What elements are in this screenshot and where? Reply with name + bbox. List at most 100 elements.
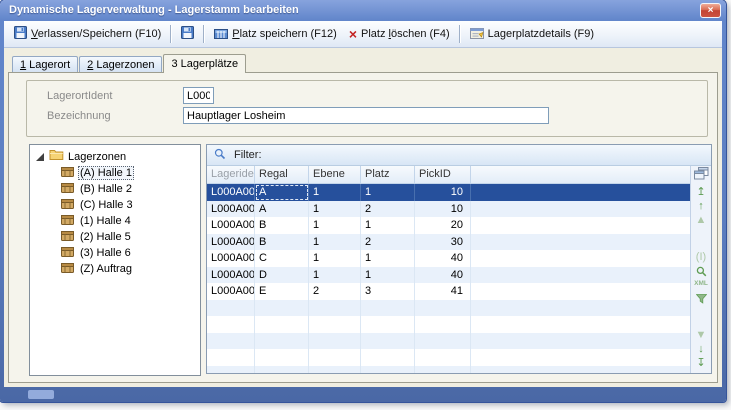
cell [309,316,361,333]
cell: 3 [361,283,415,300]
zone-crate-icon [61,230,74,244]
titlebar[interactable]: Dynamische Lagerverwaltung - Lagerstamm … [0,0,726,21]
cell [309,366,361,374]
page-up-icon[interactable]: ▲ [696,215,707,227]
tab-page-lagerplaetze: LagerortIdent Bezeichnung Lagerzonen (A)… [8,72,718,383]
search-icon[interactable] [696,266,707,278]
table-row[interactable]: L000A002A1210 [207,201,690,218]
row-up-icon[interactable]: ↑ [698,201,704,213]
cell [255,333,309,350]
cell [207,333,255,350]
tab-strip: 1 Lagerort 2 Lagerzonen 3 Lagerplätze [12,56,247,73]
cell: 41 [415,283,471,300]
tree-item[interactable]: (A) Halle 1 [61,165,200,181]
cell [309,300,361,317]
expander-icon[interactable] [36,153,44,161]
toolbar-separator [459,25,461,43]
tree-item[interactable]: (3) Halle 6 [61,245,200,261]
scroll-to-bottom-icon[interactable]: ↧ [696,358,705,370]
cell: 1 [361,184,415,201]
filter-edit-icon[interactable] [696,294,707,306]
tab-lagerzonen[interactable]: 2 Lagerzonen [79,56,162,73]
cell: 1 [309,267,361,284]
cell-filler [471,333,690,350]
tree-item[interactable]: (B) Halle 2 [61,181,200,197]
table-row[interactable]: L000A006D1140 [207,267,690,284]
resize-grip[interactable] [28,390,54,399]
table-row-empty [207,349,690,366]
table-row-empty [207,333,690,350]
tree-item-label: (A) Halle 1 [78,166,134,180]
tree-item-label: (C) Halle 3 [78,199,135,211]
column-header-ebene[interactable]: Ebene [309,166,361,183]
cell-filler [471,201,690,218]
zone-crate-icon [61,198,74,212]
tree-item[interactable]: (C) Halle 3 [61,197,200,213]
table-row[interactable]: L000A004B1230 [207,234,690,251]
cell: 10 [415,201,471,218]
column-header-regal[interactable]: Regal [255,166,309,183]
cell [207,366,255,374]
ident-label: LagerortIdent [47,90,112,102]
tree-root-lagerzonen[interactable]: Lagerzonen [36,149,200,164]
window-client: Verlassen/Speichern (F10) Platz speicher… [4,21,722,387]
table-row-empty [207,366,690,374]
column-header-pickid[interactable]: PickID [415,166,471,183]
cell: L000A006 [207,267,255,284]
save-button[interactable] [175,23,200,45]
scroll-to-top-icon[interactable]: ↥ [696,187,705,199]
cell [255,300,309,317]
floppy-disk-icon [181,26,194,42]
cell: 1 [309,201,361,218]
cell [361,333,415,350]
cell: 10 [415,184,471,201]
zone-crate-icon [61,246,74,260]
cell: L000A005 [207,250,255,267]
table-row[interactable]: L000A007E2341 [207,283,690,300]
column-chooser-icon[interactable] [694,167,709,182]
tree-item[interactable]: (Z) Auftrag [61,261,200,277]
bezeichnung-input[interactable] [183,107,549,124]
cell [309,349,361,366]
place-details-button[interactable]: Lagerplatzdetails (F9) [464,23,600,45]
delete-place-label: Platz löschen (F4) [361,28,450,40]
grid-header: Lagerident Regal Ebene Platz PickID [207,166,690,184]
column-header-lagerident[interactable]: Lagerident [207,166,255,183]
save-place-button[interactable]: Platz speichern (F12) [208,23,343,45]
delete-place-button[interactable]: × Platz löschen (F4) [343,23,456,45]
cell: 1 [361,267,415,284]
row-down-icon[interactable]: ↓ [698,344,704,356]
toolbar: Verlassen/Speichern (F10) Platz speicher… [4,21,722,48]
xml-export-icon[interactable]: XML [694,280,708,292]
close-button[interactable]: × [700,3,721,18]
tree-item-label: (1) Halle 4 [78,215,133,227]
page-down-icon[interactable]: ▼ [696,330,707,342]
filter-bar[interactable]: Filter: [207,145,711,166]
save-exit-button[interactable]: Verlassen/Speichern (F10) [8,23,167,45]
ident-input[interactable] [183,87,214,104]
cell [361,316,415,333]
table-row[interactable]: L000A003B1120 [207,217,690,234]
selection-brackets-icon[interactable]: (I) [696,252,706,264]
cell [255,316,309,333]
column-header-platz[interactable]: Platz [361,166,415,183]
cell [361,300,415,317]
zone-crate-icon [61,166,74,180]
cell: L000A002 [207,201,255,218]
cell: A [255,201,309,218]
cell [415,349,471,366]
tab-lagerplaetze[interactable]: 3 Lagerplätze [163,54,246,73]
details-form-icon [470,27,484,42]
tree-item[interactable]: (1) Halle 4 [61,213,200,229]
tree-item-label: (2) Halle 5 [78,231,133,243]
tree-item[interactable]: (2) Halle 5 [61,229,200,245]
lagerort-groupbox: LagerortIdent Bezeichnung [26,80,708,137]
delete-x-icon: × [349,27,357,41]
table-row[interactable]: L000A005C1140 [207,250,690,267]
cell-filler [471,300,690,317]
cell: 1 [309,184,361,201]
cell [415,366,471,374]
tab-lagerort[interactable]: 1 Lagerort [12,56,78,73]
table-row[interactable]: L000A001A1110 [207,184,690,201]
bezeichnung-label: Bezeichnung [47,110,111,122]
